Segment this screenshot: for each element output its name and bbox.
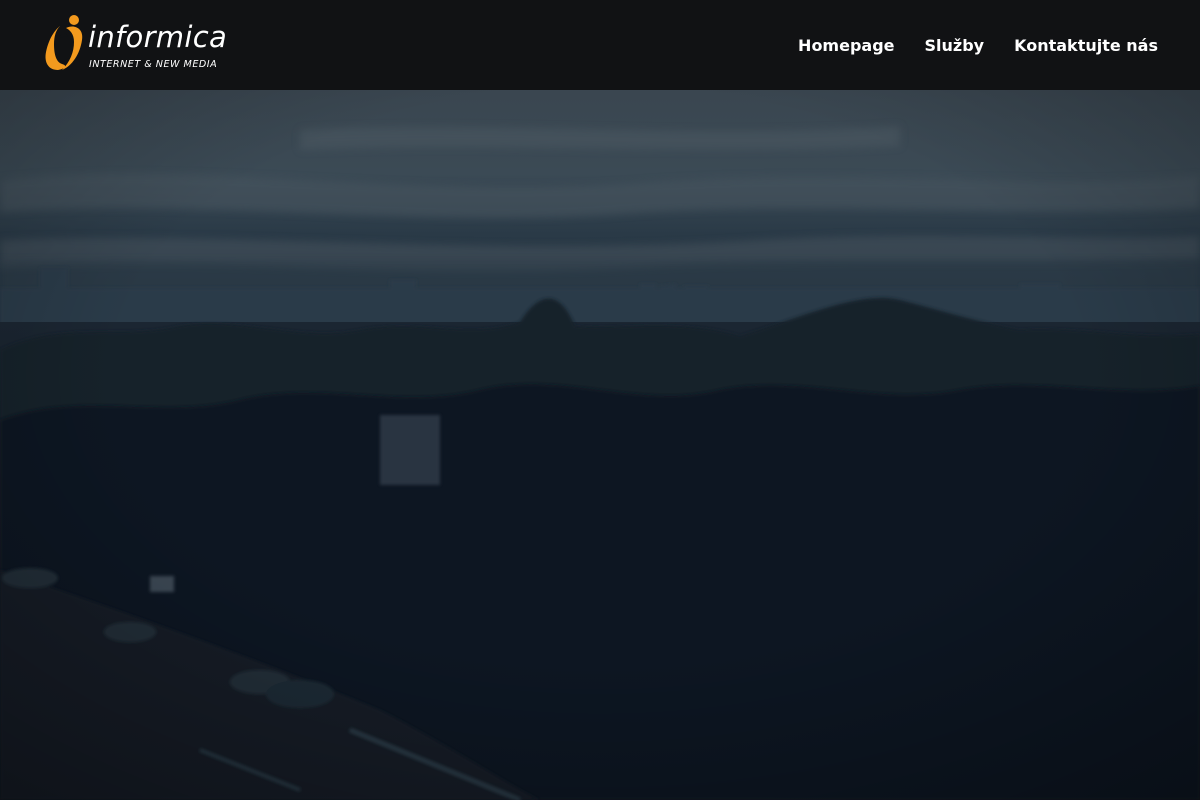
informica-logo-icon (45, 15, 83, 70)
site-header: informica INTERNET & NEW MEDIA Homepage … (0, 0, 1200, 90)
nav-item-homepage[interactable]: Homepage (798, 36, 894, 55)
brand-logo[interactable]: informica INTERNET & NEW MEDIA (44, 14, 244, 74)
main-nav: Homepage Služby Kontaktujte nás (798, 0, 1158, 90)
nav-item-contact[interactable]: Kontaktujte nás (1014, 36, 1158, 55)
hero-background-image (0, 90, 1200, 800)
city-skyline-landscape-image (0, 90, 1200, 800)
brand-tagline: INTERNET & NEW MEDIA (89, 59, 218, 70)
brand-name: informica (88, 20, 228, 54)
nav-item-services[interactable]: Služby (925, 36, 985, 55)
page: informica INTERNET & NEW MEDIA Homepage … (0, 0, 1200, 800)
